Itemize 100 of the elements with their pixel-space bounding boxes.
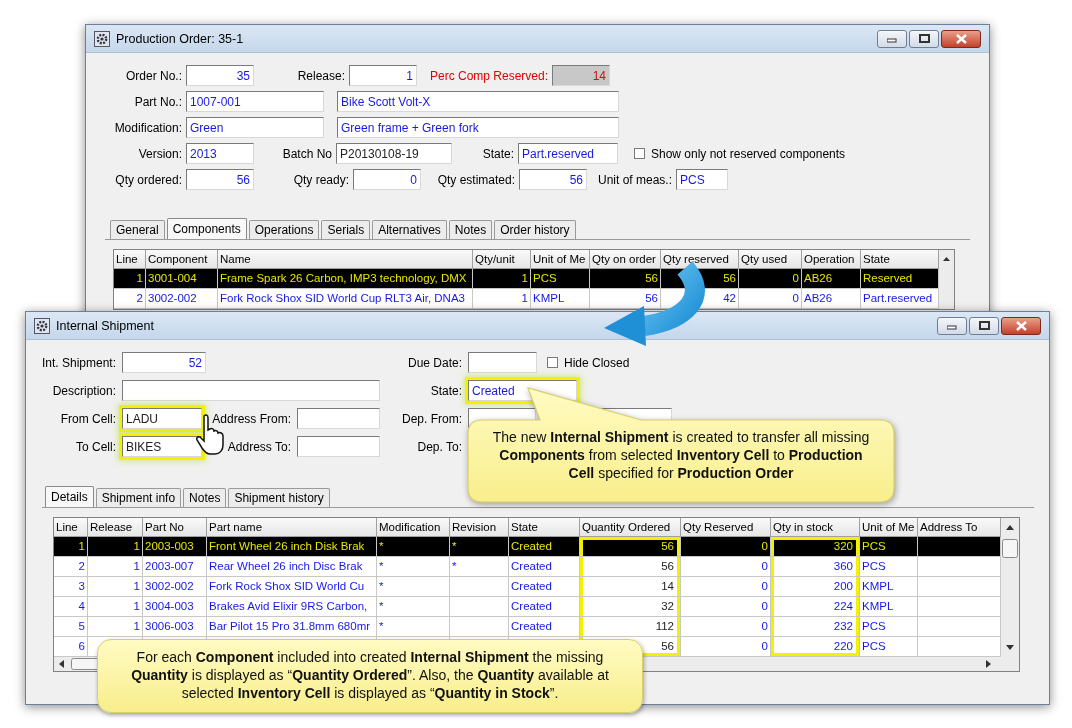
minimize-button[interactable] — [877, 29, 907, 48]
tab[interactable]: Notes — [183, 488, 227, 507]
window-title: Production Order: 35-1 — [116, 31, 244, 46]
input-field[interactable]: PCS — [676, 169, 728, 190]
table-cell: 14 — [580, 577, 681, 597]
tab[interactable]: Operations — [248, 220, 320, 239]
checkbox[interactable] — [547, 357, 558, 368]
checkbox-label: Show only not reserved components — [651, 146, 846, 161]
column-header[interactable]: Part No — [143, 518, 207, 537]
input-field[interactable]: 0 — [353, 169, 421, 190]
table-row[interactable]: 2 3002-002 Fork Rock Shox SID World Cup RLT3 Air, DNA3 1 KMPL 56 42 0 AB26 Part.reserved — [114, 289, 939, 309]
table-row[interactable]: 2 1 2003-007 Rear Wheel 26 inch Disc Brak * * Created 56 0 360 PCS — [54, 557, 1001, 577]
table-cell: 112 — [580, 617, 681, 637]
column-header[interactable]: Name — [218, 250, 473, 269]
table-row[interactable]: 4 1 3004-003 Brakes Avid Elixir 9RS Carbon, * Created 32 0 224 KMPL — [54, 597, 1001, 617]
input-field[interactable]: Part.reserved — [518, 143, 618, 164]
input-field[interactable]: Green — [186, 117, 324, 138]
table-cell: 200 — [771, 577, 860, 597]
input-field[interactable]: Bike Scott Volt-X — [337, 91, 619, 112]
tab[interactable]: Notes — [448, 220, 493, 239]
column-header[interactable]: Qty on order — [590, 250, 661, 269]
input-field[interactable]: P20130108-19 — [336, 143, 452, 164]
window-title: Internal Shipment — [56, 318, 154, 333]
input-field[interactable]: 52 — [122, 352, 206, 373]
checkbox[interactable] — [634, 148, 645, 159]
table-row[interactable]: 3 1 3002-002 Fork Rock Shox SID World Cu * Created 14 0 200 KMPL — [54, 577, 1001, 597]
field-label: Qty ordered: — [114, 172, 183, 187]
table-row[interactable]: 1 1 2003-003 Front Wheel 26 inch Disk Brak * * Created 56 0 320 PCS — [54, 537, 1001, 557]
tab[interactable]: Alternatives — [372, 220, 447, 239]
column-header[interactable]: State — [861, 250, 939, 269]
column-header[interactable]: State — [509, 518, 580, 537]
table-cell: 360 — [771, 557, 860, 577]
close-icon — [955, 33, 967, 44]
input-field[interactable]: Green frame + Green fork — [337, 117, 619, 138]
tab[interactable]: Details — [45, 486, 94, 507]
field-label: Batch No — [281, 146, 333, 161]
column-header[interactable]: Unit of Me — [531, 250, 590, 269]
minimize-button[interactable] — [937, 316, 967, 335]
column-header[interactable]: Quantity Ordered — [580, 518, 681, 537]
tab[interactable]: Components — [166, 218, 247, 239]
input-field[interactable]: LADU — [122, 408, 202, 429]
column-header[interactable]: Line — [54, 518, 88, 537]
horizontal-scrollbar[interactable] — [643, 657, 1019, 671]
table-cell: 56 — [580, 537, 681, 557]
input-field[interactable]: 1 — [349, 65, 417, 86]
tab[interactable]: Order history — [494, 220, 576, 239]
tab[interactable]: Shipment info — [95, 488, 182, 507]
tab[interactable]: Serials — [321, 220, 371, 239]
input-field[interactable]: BIKES — [122, 436, 202, 457]
input-field[interactable] — [122, 380, 380, 401]
table-row[interactable]: 5 1 3006-003 Bar Pilot 15 Pro 31.8mm 680mr * Created 112 0 232 PCS — [54, 617, 1001, 637]
field-label: Dep. From: — [401, 411, 463, 426]
input-field[interactable]: 56 — [519, 169, 587, 190]
tab[interactable]: Shipment history — [228, 488, 330, 507]
column-header[interactable]: Address To — [918, 518, 1001, 537]
vertical-scrollbar[interactable] — [939, 250, 954, 309]
vertical-scrollbar[interactable] — [1001, 518, 1019, 657]
column-header[interactable]: Part name — [207, 518, 377, 537]
column-header[interactable]: Release — [88, 518, 143, 537]
input-field[interactable] — [468, 352, 537, 373]
callout-text: The new Internal Shipment is created to transfer all missing Components from selected Inventory Cell to Production Cell specified for Production Order — [491, 428, 871, 482]
column-header[interactable]: Qty reserved — [661, 250, 739, 269]
field-label: Qty ready: — [292, 172, 350, 187]
column-header[interactable]: Qty Reserved — [681, 518, 771, 537]
field-label: Perc Comp Reserved: — [428, 68, 549, 83]
column-header[interactable]: Revision — [450, 518, 509, 537]
input-field[interactable]: 35 — [186, 65, 254, 86]
field-label: Modification: — [113, 120, 183, 135]
column-header[interactable]: Unit of Me — [860, 518, 918, 537]
table-cell: 42 — [661, 289, 739, 309]
maximize-button[interactable] — [909, 29, 939, 48]
input-field[interactable] — [297, 408, 380, 429]
input-field[interactable]: 56 — [186, 169, 254, 190]
table-row[interactable]: 1 3001-004 Frame Spark 26 Carbon, IMP3 technology, DMX 1 PCS 56 56 0 AB26 Reserved — [114, 269, 939, 289]
input-field[interactable]: 2013 — [186, 143, 254, 164]
close-button[interactable] — [941, 29, 981, 48]
tab[interactable]: General — [110, 220, 165, 239]
column-header[interactable]: Line — [114, 250, 146, 269]
input-field: 14 — [552, 65, 610, 86]
column-header[interactable]: Component — [146, 250, 218, 269]
input-field[interactable]: 1007-001 — [186, 91, 324, 112]
column-header[interactable]: Modification — [377, 518, 450, 537]
table-cell: 2 — [114, 289, 146, 309]
maximize-icon — [978, 321, 990, 330]
field-label: Version: — [137, 146, 183, 161]
column-header[interactable]: Operation — [802, 250, 861, 269]
column-header[interactable]: Qty in stock — [771, 518, 860, 537]
table-cell: 224 — [771, 597, 860, 617]
field-label: Part No.: — [133, 94, 183, 109]
maximize-button[interactable] — [969, 316, 999, 335]
column-header[interactable]: Qty/unit — [473, 250, 531, 269]
column-header[interactable]: Qty used — [739, 250, 802, 269]
field-label: State: — [481, 146, 515, 161]
table-cell: 32 — [580, 597, 681, 617]
field-label: Order No.: — [125, 68, 183, 83]
input-field[interactable] — [297, 436, 380, 457]
table-cell: 0 — [739, 289, 802, 309]
field-label: Int. Shipment: — [40, 355, 117, 370]
field-label: Address From: — [211, 411, 292, 426]
close-button[interactable] — [1001, 316, 1041, 335]
